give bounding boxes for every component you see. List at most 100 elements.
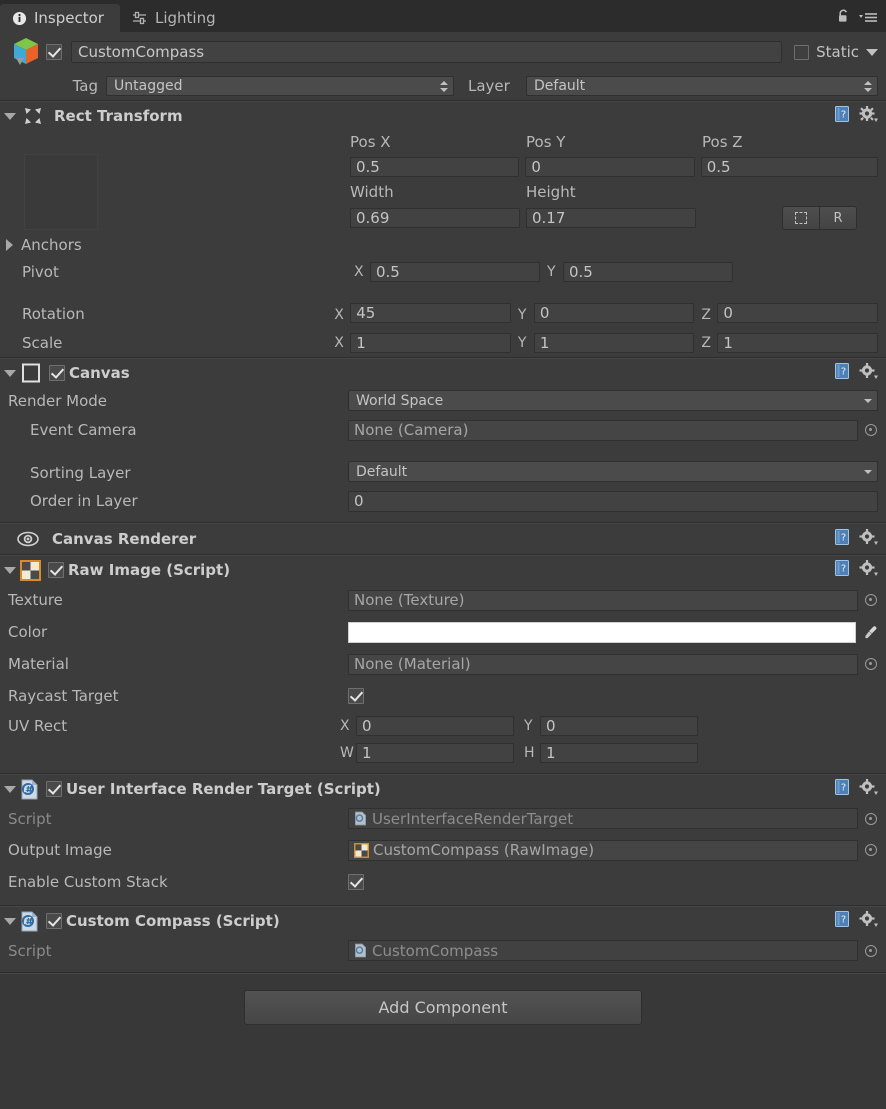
gear-icon[interactable] — [859, 106, 878, 127]
csharp-script-icon — [20, 911, 39, 932]
gear-icon[interactable] — [859, 363, 878, 384]
tag-dropdown[interactable]: Untagged — [106, 76, 454, 96]
info-icon — [12, 11, 27, 26]
scale-z-input[interactable]: 1 — [717, 332, 879, 353]
sorting-layer-dropdown[interactable]: Default — [348, 461, 878, 482]
static-toggle-group: Static — [794, 43, 878, 61]
eyedropper-icon[interactable] — [864, 625, 878, 639]
scale-x-input[interactable]: 1 — [350, 332, 511, 353]
render-mode-value: World Space — [356, 392, 444, 409]
lighting-sliders-icon — [132, 11, 148, 26]
uv-w-input[interactable]: 1 — [356, 742, 514, 763]
anchors-label: Anchors — [21, 235, 82, 254]
component-user-interface-render-target: User Interface Render Target (Script) ? — [0, 775, 886, 905]
gear-icon[interactable] — [859, 779, 878, 800]
help-book-icon[interactable]: ? — [834, 779, 851, 800]
gear-icon[interactable] — [859, 529, 878, 550]
rotation-x-input[interactable]: 45 — [350, 303, 511, 323]
canvas-header[interactable]: Canvas ? — [0, 359, 886, 387]
custom-compass-enabled-checkbox[interactable] — [46, 913, 62, 929]
anchors-foldout-icon[interactable] — [6, 238, 13, 251]
gameobject-enabled-checkbox[interactable] — [46, 44, 62, 60]
texture-value: None (Texture) — [354, 591, 465, 609]
width-input[interactable]: 0.69 — [350, 208, 520, 228]
raw-edit-mode-button[interactable]: R — [820, 207, 856, 229]
render-mode-dropdown[interactable]: World Space — [348, 390, 878, 411]
ui-render-target-header[interactable]: User Interface Render Target (Script) ? — [0, 775, 886, 803]
add-component-area: Add Component — [0, 974, 886, 1025]
raw-image-enabled-checkbox[interactable] — [48, 562, 64, 578]
canvas-renderer-header[interactable]: Canvas Renderer ? — [0, 524, 886, 554]
help-book-icon[interactable]: ? — [834, 911, 851, 932]
static-checkbox[interactable] — [794, 44, 810, 60]
add-component-button[interactable]: Add Component — [244, 990, 642, 1025]
object-picker-icon[interactable] — [864, 657, 878, 671]
uv-h-axis-label: H — [524, 744, 535, 761]
texture-objectfield[interactable]: None (Texture) — [348, 589, 858, 611]
canvas-enabled-checkbox[interactable] — [49, 365, 65, 381]
help-book-icon[interactable]: ? — [834, 529, 851, 550]
foldout-arrow-icon[interactable] — [4, 917, 16, 925]
tag-value: Untagged — [114, 78, 183, 94]
enable-custom-stack-checkbox[interactable] — [348, 874, 364, 890]
pos-y-input[interactable]: 0 — [525, 157, 695, 177]
foldout-arrow-icon[interactable] — [4, 785, 16, 793]
raycast-target-checkbox[interactable] — [348, 688, 364, 704]
uv-h-value: 1 — [546, 743, 556, 762]
output-image-objectfield[interactable]: CustomCompass (RawImage) — [348, 839, 858, 861]
gameobject-cube-icon[interactable] — [6, 32, 46, 72]
help-book-icon[interactable]: ? — [834, 106, 851, 127]
tab-lighting-label: Lighting — [154, 9, 216, 27]
chevron-updown-icon — [862, 79, 873, 93]
gear-icon[interactable] — [859, 560, 878, 581]
ui-render-target-enabled-checkbox[interactable] — [46, 781, 62, 797]
pos-z-input[interactable]: 0.5 — [700, 157, 878, 177]
color-label: Color — [8, 623, 48, 641]
raw-image-header[interactable]: Raw Image (Script) ? — [0, 556, 886, 584]
pivot-y-input[interactable]: 0.5 — [563, 262, 733, 282]
height-input[interactable]: 0.17 — [526, 208, 696, 228]
tag-label: Tag — [72, 77, 98, 95]
anchor-preset-widget[interactable] — [24, 154, 98, 230]
foldout-arrow-icon[interactable] — [4, 112, 16, 120]
uv-h-input[interactable]: 1 — [540, 742, 698, 763]
raw-edit-label: R — [833, 210, 843, 226]
rotation-z-input[interactable]: 0 — [717, 303, 879, 323]
lock-open-icon[interactable] — [837, 9, 850, 28]
pivot-x-input[interactable]: 0.5 — [370, 262, 540, 282]
static-dropdown-icon[interactable] — [866, 48, 878, 56]
gameobject-name-input[interactable]: CustomCompass — [71, 41, 783, 63]
object-picker-icon[interactable] — [864, 593, 878, 607]
uv-x-input[interactable]: 0 — [356, 715, 514, 736]
object-picker-icon[interactable] — [864, 843, 878, 857]
anchors-row[interactable]: Anchors — [0, 232, 886, 257]
order-in-layer-label: Order in Layer — [30, 492, 138, 510]
pos-x-input[interactable]: 0.5 — [350, 157, 520, 177]
rotation-y-input[interactable]: 0 — [533, 303, 695, 323]
custom-compass-header[interactable]: Custom Compass (Script) ? — [0, 907, 886, 935]
event-camera-label: Event Camera — [30, 421, 137, 439]
tab-lighting[interactable]: Lighting — [120, 4, 232, 32]
canvas-header-controls: ? — [834, 363, 878, 384]
order-in-layer-input[interactable]: 0 — [348, 490, 878, 512]
rect-transform-header[interactable]: Rect Transform ? — [0, 102, 886, 130]
help-book-icon[interactable]: ? — [834, 560, 851, 581]
layer-dropdown[interactable]: Default — [526, 76, 878, 96]
tab-inspector[interactable]: Inspector — [0, 4, 120, 32]
gear-icon[interactable] — [859, 911, 878, 932]
color-swatch[interactable] — [348, 621, 856, 643]
svg-text:?: ? — [841, 533, 846, 544]
uv-y-input[interactable]: 0 — [540, 715, 698, 736]
hamburger-menu-icon[interactable] — [858, 10, 878, 28]
foldout-arrow-icon[interactable] — [4, 566, 16, 574]
add-component-label: Add Component — [378, 998, 508, 1017]
object-picker-icon[interactable] — [864, 423, 878, 437]
foldout-arrow-icon[interactable] — [4, 369, 16, 377]
csharp-script-icon — [20, 779, 39, 800]
material-objectfield[interactable]: None (Material) — [348, 653, 858, 675]
scale-y-input[interactable]: 1 — [533, 332, 695, 353]
event-camera-objectfield[interactable]: None (Camera) — [348, 419, 858, 441]
blueprint-mode-button[interactable] — [783, 207, 820, 229]
width-value: 0.69 — [356, 209, 390, 227]
help-book-icon[interactable]: ? — [834, 363, 851, 384]
